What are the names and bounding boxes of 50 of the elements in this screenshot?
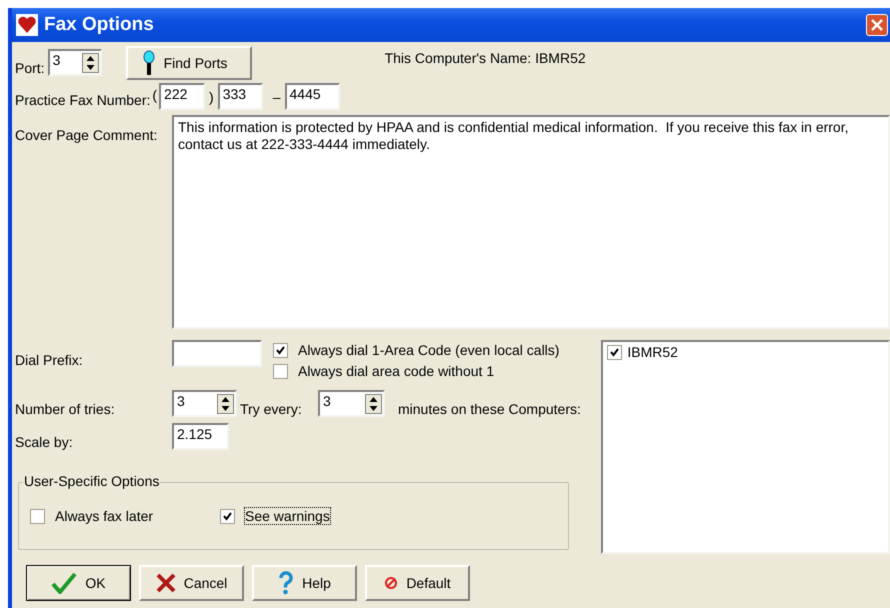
option-label: See warnings xyxy=(245,508,330,524)
checkbox[interactable] xyxy=(607,344,622,360)
no-entry-icon xyxy=(384,576,398,590)
group-title: User-Specific Options xyxy=(23,473,160,489)
question-mark-icon xyxy=(278,571,294,595)
option-label: Always dial area code without 1 xyxy=(298,363,494,379)
option-label: Always fax later xyxy=(55,508,154,524)
default-button[interactable]: Default xyxy=(365,565,470,601)
spin-arrows-icon[interactable] xyxy=(82,53,99,73)
tries-spin-field[interactable]: 3 xyxy=(172,390,237,417)
close-button[interactable] xyxy=(866,14,888,36)
checkbox[interactable] xyxy=(273,342,288,358)
cancel-button[interactable]: Cancel xyxy=(139,565,244,601)
port-spin-field[interactable]: 3 xyxy=(48,49,102,76)
try-every-label: Try every: xyxy=(240,400,303,416)
interval-spin-field[interactable]: 3 xyxy=(318,390,385,417)
scale-label: Scale by: xyxy=(15,434,74,450)
close-paren: ) xyxy=(209,88,214,104)
probe-icon xyxy=(142,50,156,76)
checkbox[interactable] xyxy=(273,364,288,378)
checkmark-icon xyxy=(51,572,78,594)
spin-arrows-icon[interactable] xyxy=(217,394,234,414)
computer-name-text: This Computer's Name: IBMR52 xyxy=(384,50,586,66)
window-title: Fax Options xyxy=(44,14,155,36)
port-label: Port: xyxy=(15,60,45,76)
dial-prefix-field[interactable] xyxy=(172,340,262,367)
exchange-field[interactable]: 333 xyxy=(218,83,263,110)
ok-button[interactable]: OK xyxy=(26,565,131,601)
scale-field[interactable]: 2.125 xyxy=(172,422,229,450)
close-icon xyxy=(870,18,884,32)
tries-label: Number of tries: xyxy=(15,400,116,416)
dash: – xyxy=(272,88,281,104)
spin-arrows-icon[interactable] xyxy=(365,394,382,414)
open-paren: ( xyxy=(152,86,158,102)
checkbox[interactable] xyxy=(220,508,235,524)
computer-list[interactable]: IBMR52 xyxy=(601,340,890,554)
checkbox[interactable] xyxy=(30,508,45,524)
find-ports-button[interactable]: Find Ports xyxy=(126,46,252,80)
minutes-label: minutes on these Computers: xyxy=(398,400,581,416)
cross-icon xyxy=(156,573,176,593)
option-label: Always dial 1-Area Code (even local calls) xyxy=(298,342,560,358)
fax-number-label: Practice Fax Number: xyxy=(15,92,150,108)
line-number-field[interactable]: 4445 xyxy=(284,83,340,110)
cover-comment-label: Cover Page Comment: xyxy=(15,127,158,143)
heart-icon xyxy=(16,14,38,36)
help-button[interactable]: Help xyxy=(252,565,357,601)
computer-item[interactable]: IBMR52 xyxy=(627,344,678,360)
cover-comment-field[interactable]: This information is protected by HPAA and is confidential medical information. If you receive this fax in error, contact us at 222-333-4444 immediately. xyxy=(172,115,890,329)
area-code-field[interactable]: 222 xyxy=(159,83,206,110)
dial-prefix-label: Dial Prefix: xyxy=(15,352,84,368)
